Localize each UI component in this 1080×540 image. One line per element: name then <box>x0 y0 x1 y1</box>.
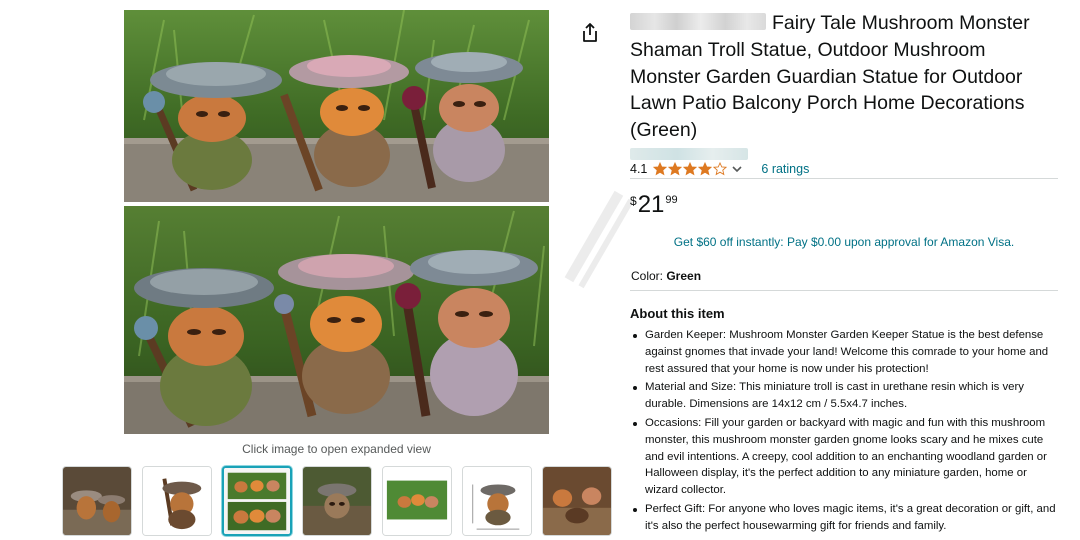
main-product-image[interactable] <box>124 10 549 434</box>
brand-name-redacted <box>630 13 766 30</box>
price-fraction: 99 <box>665 194 678 206</box>
color-selection: Color: Green <box>631 269 701 283</box>
about-bullet: Garden Keeper: Mushroom Monster Garden K… <box>630 327 1060 377</box>
about-bullet: Perfect Gift: For anyone who loves magic… <box>630 501 1060 535</box>
star-icon <box>653 162 668 176</box>
store-link-redacted[interactable] <box>630 148 748 160</box>
rating-value: 4.1 <box>630 162 648 176</box>
price-whole: 21 <box>637 191 665 218</box>
star-rating[interactable] <box>653 162 728 176</box>
star-icon <box>683 162 698 176</box>
thumbnail-2[interactable] <box>142 466 212 536</box>
about-bullets: Garden Keeper: Mushroom Monster Garden K… <box>630 327 1060 537</box>
rating-row: 4.1 6 ratings <box>630 161 809 177</box>
about-bullet: Occasions: Fill your garden or backyard … <box>630 415 1060 499</box>
divider <box>630 290 1058 291</box>
color-label: Color: <box>631 269 667 283</box>
thumbnail-7[interactable] <box>542 466 612 536</box>
thumbnail-3[interactable] <box>222 466 292 536</box>
star-icon <box>713 162 728 176</box>
visa-promo-link[interactable]: Get $60 off instantly: Pay $0.00 upon ap… <box>630 235 1058 249</box>
star-icon <box>668 162 683 176</box>
ratings-count-link[interactable]: 6 ratings <box>761 162 809 176</box>
product-photo-bottom <box>124 206 549 434</box>
expand-hint: Click image to open expanded view <box>242 442 431 456</box>
thumbnail-1[interactable] <box>62 466 132 536</box>
thumbnail-5[interactable] <box>382 466 452 536</box>
chevron-down-icon[interactable] <box>731 163 743 175</box>
thumbnail-6[interactable] <box>462 466 532 536</box>
product-title: Fairy Tale Mushroom Monster Shaman Troll… <box>630 10 1060 144</box>
share-icon[interactable] <box>580 22 600 44</box>
thumbnail-4[interactable] <box>302 466 372 536</box>
product-photo-top <box>124 10 549 202</box>
price-symbol: $ <box>630 194 637 208</box>
product-title-text: Fairy Tale Mushroom Monster Shaman Troll… <box>630 12 1030 142</box>
star-icon <box>698 162 713 176</box>
price: $ 21 99 <box>630 192 678 218</box>
about-heading: About this item <box>630 306 725 321</box>
color-value: Green <box>666 269 702 283</box>
about-bullet: Material and Size: This miniature troll … <box>630 379 1060 413</box>
divider <box>630 178 1058 179</box>
